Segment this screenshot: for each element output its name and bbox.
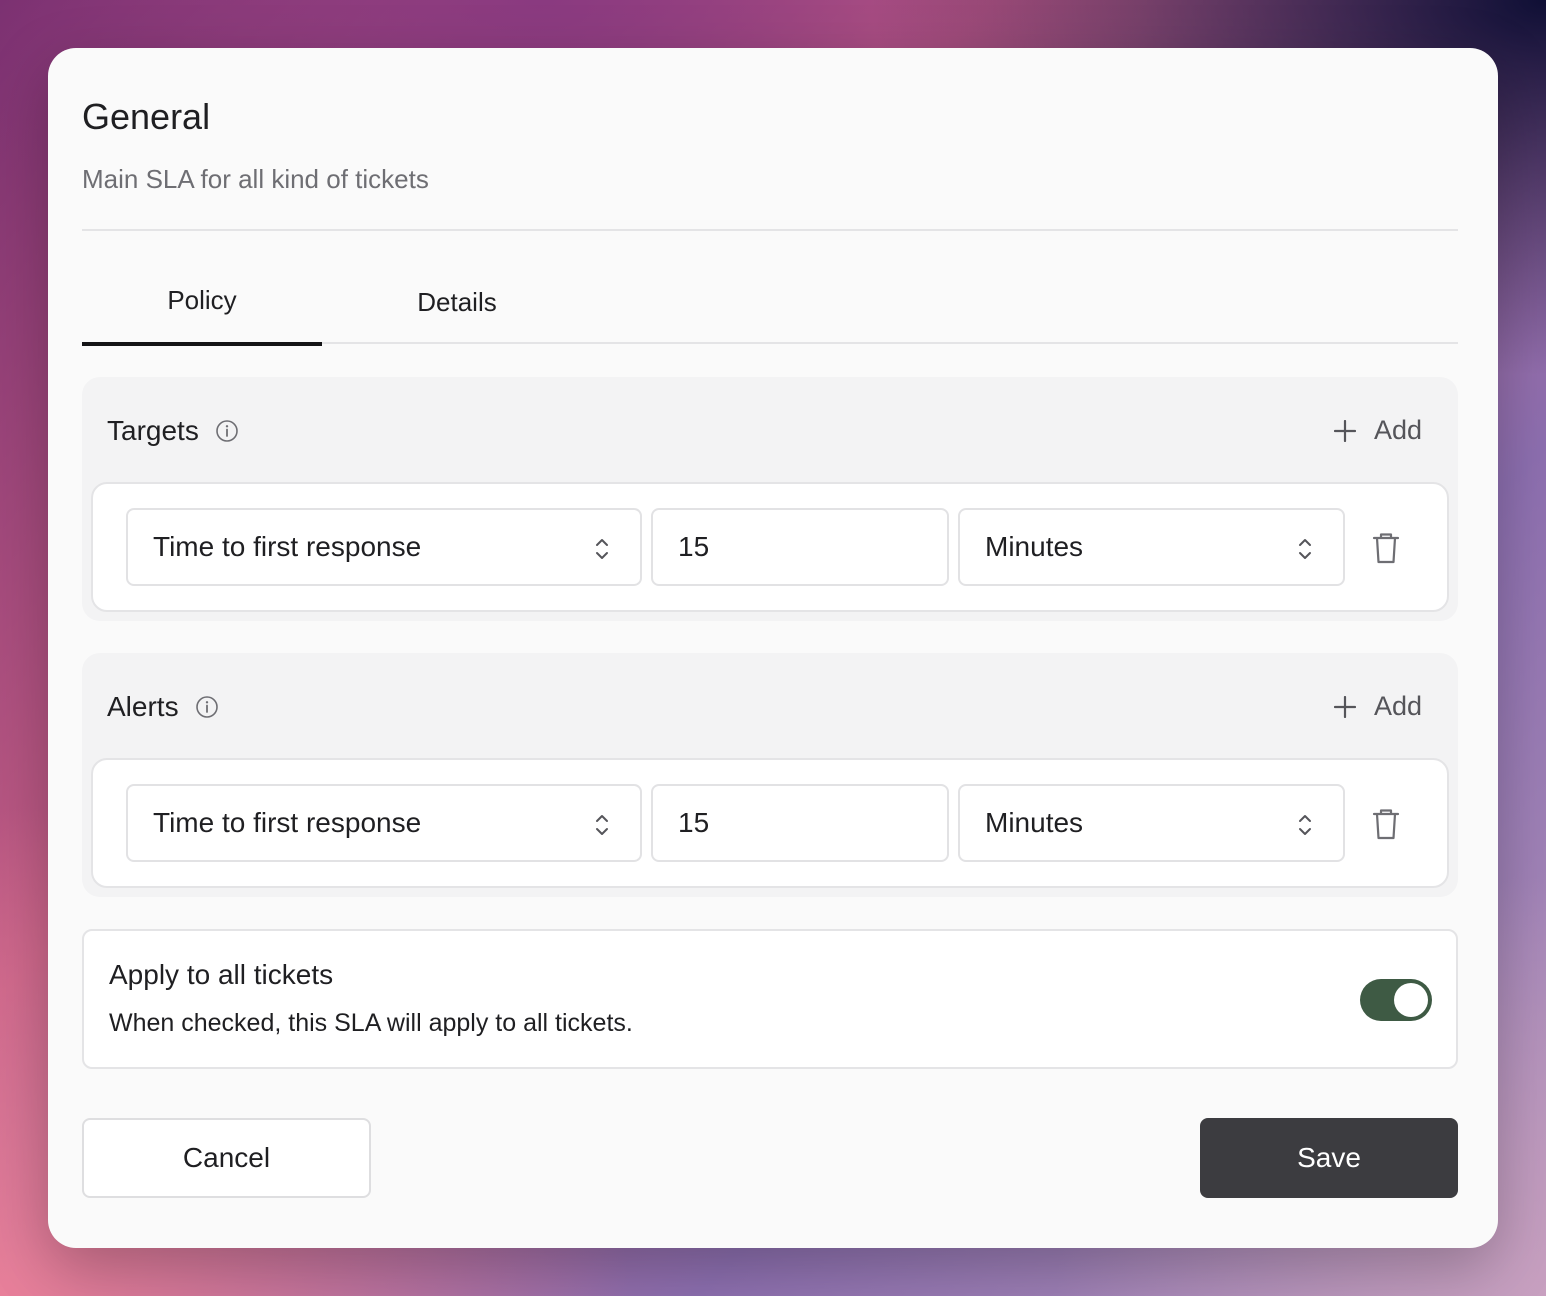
alert-metric-value: Time to first response bbox=[153, 807, 422, 838]
info-icon[interactable] bbox=[195, 695, 219, 719]
target-unit-select[interactable]: Minutes bbox=[958, 508, 1345, 586]
alerts-header: Alerts bbox=[107, 691, 219, 723]
target-amount-input[interactable]: 15 bbox=[651, 508, 949, 586]
trash-icon[interactable] bbox=[1371, 807, 1401, 841]
apply-all-description: When checked, this SLA will apply to all… bbox=[109, 1009, 633, 1037]
tab-bar: Policy Details bbox=[82, 273, 1458, 346]
alert-metric-select[interactable]: Time to first response bbox=[126, 784, 642, 862]
targets-title: Targets bbox=[107, 415, 199, 446]
info-icon[interactable] bbox=[215, 419, 239, 443]
sla-modal: General Main SLA for all kind of tickets… bbox=[48, 48, 1498, 1248]
trash-icon[interactable] bbox=[1371, 531, 1401, 565]
add-alert-label: Add bbox=[1373, 691, 1422, 721]
page-subtitle: Main SLA for all kind of tickets bbox=[82, 164, 429, 194]
targets-section: Targets Add Time to first response 15 Mi… bbox=[82, 377, 1458, 621]
header-divider bbox=[82, 229, 1458, 231]
page-title: General bbox=[82, 96, 211, 137]
add-target-label: Add bbox=[1373, 415, 1422, 445]
chevron-updown-icon bbox=[596, 815, 608, 835]
target-unit-value: Minutes bbox=[985, 531, 1084, 562]
target-metric-select[interactable]: Time to first response bbox=[126, 508, 642, 586]
alerts-section: Alerts Add Time to first response 15 Min… bbox=[82, 653, 1458, 897]
apply-all-card: Apply to all tickets When checked, this … bbox=[82, 929, 1458, 1069]
alert-row: Time to first response 15 Minutes bbox=[91, 758, 1449, 888]
tab-policy[interactable]: Policy bbox=[82, 273, 322, 346]
alert-unit-value: Minutes bbox=[985, 807, 1084, 838]
targets-header: Targets bbox=[107, 415, 239, 447]
chevron-updown-icon bbox=[1299, 815, 1311, 835]
plus-icon bbox=[1333, 695, 1356, 718]
plus-icon bbox=[1333, 419, 1356, 442]
add-target-button[interactable]: Add bbox=[1333, 415, 1422, 446]
toggle-knob bbox=[1394, 983, 1428, 1017]
chevron-updown-icon bbox=[1299, 539, 1311, 559]
target-metric-value: Time to first response bbox=[153, 531, 422, 562]
alert-amount-input[interactable]: 15 bbox=[651, 784, 949, 862]
alerts-title: Alerts bbox=[107, 691, 179, 722]
save-button[interactable]: Save bbox=[1200, 1118, 1458, 1198]
tab-details[interactable]: Details bbox=[372, 273, 542, 344]
apply-all-toggle[interactable] bbox=[1360, 979, 1432, 1021]
add-alert-button[interactable]: Add bbox=[1333, 691, 1422, 722]
target-row: Time to first response 15 Minutes bbox=[91, 482, 1449, 612]
apply-all-title: Apply to all tickets bbox=[109, 959, 334, 990]
chevron-updown-icon bbox=[596, 539, 608, 559]
cancel-button[interactable]: Cancel bbox=[82, 1118, 371, 1198]
alert-unit-select[interactable]: Minutes bbox=[958, 784, 1345, 862]
